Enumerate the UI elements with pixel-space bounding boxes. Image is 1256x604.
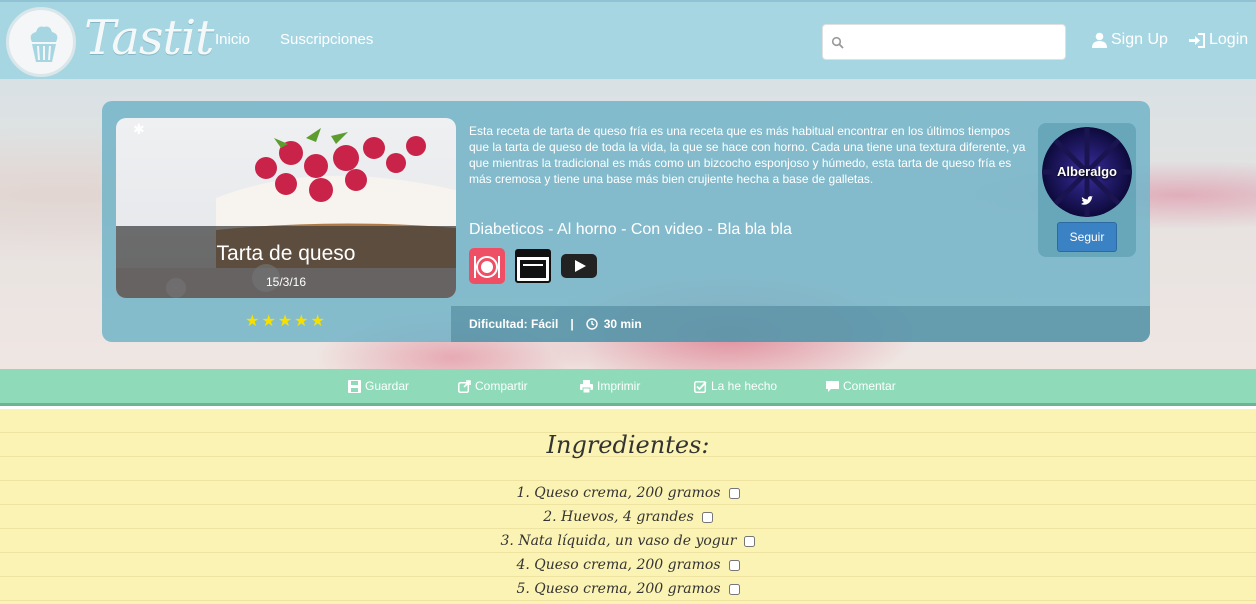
share-label: Compartir (475, 379, 528, 393)
sign-up-link[interactable]: Sign Up (1092, 31, 1168, 49)
ingredient-label: 3. Nata líquida, un vaso de yogur (500, 533, 737, 549)
recipe-card: Tarta de queso 15/3/16 ✱ ★★★★★ Esta rece… (102, 101, 1150, 342)
share-icon (458, 379, 471, 393)
recipe-tags: Diabeticos - Al horno - Con video - Bla … (469, 221, 792, 238)
print-label: Imprimir (597, 379, 641, 393)
list-item: 4. Queso crema, 200 gramos (0, 553, 1256, 577)
list-item: 1. Queso crema, 200 gramos (0, 481, 1256, 505)
ingredients-list: 1. Queso crema, 200 gramos 2. Huevos, 4 … (0, 481, 1256, 601)
recipe-description: Esta receta de tarta de queso fría es un… (469, 124, 1026, 186)
comment-icon (826, 380, 839, 392)
rating-stars[interactable]: ★★★★★ (116, 311, 456, 331)
recipe-date: 15/3/16 (265, 275, 307, 289)
login-icon (1189, 32, 1205, 48)
nav-link-suscripciones[interactable]: Suscripciones (280, 31, 373, 48)
difficulty-label: Dificultad: Fácil (469, 317, 559, 331)
logo-wordmark[interactable]: Tastit (84, 10, 214, 66)
author-panel: Alberalgo Seguir (1038, 123, 1136, 257)
user-icon (1092, 32, 1107, 48)
comment-label: Comentar (843, 379, 896, 393)
comment-action[interactable]: Comentar (826, 379, 896, 393)
ingredient-checkbox[interactable] (744, 535, 756, 547)
cook-time: 30 min (603, 317, 642, 331)
sign-up-label: Sign Up (1111, 31, 1168, 48)
plate-icon[interactable] (469, 248, 505, 284)
asterisk-icon: ✱ (133, 121, 145, 137)
done-label: La he hecho (711, 379, 778, 393)
ingredient-checkbox[interactable] (728, 559, 740, 571)
recipe-info-bar: Dificultad: Fácil | 30 min (451, 306, 1150, 342)
info-separator: | (570, 317, 574, 331)
twitter-icon[interactable] (1081, 196, 1093, 206)
login-link[interactable]: Login (1189, 31, 1248, 49)
recipe-photo[interactable]: Tarta de queso 15/3/16 ✱ (116, 118, 456, 298)
list-item: 2. Huevos, 4 grandes (0, 505, 1256, 529)
author-name: Alberalgo (1057, 164, 1117, 179)
save-icon (348, 379, 361, 393)
list-item: 5. Queso crema, 200 gramos (0, 577, 1256, 601)
done-action[interactable]: La he hecho (694, 379, 777, 393)
nav-link-inicio[interactable]: Inicio (215, 31, 250, 48)
share-action[interactable]: Compartir (458, 379, 528, 393)
save-label: Guardar (365, 379, 410, 393)
clock-icon (586, 318, 598, 330)
follow-button[interactable]: Seguir (1057, 222, 1117, 252)
check-icon (694, 380, 707, 393)
ingredients-section: Ingredientes: 1. Queso crema, 200 gramos… (0, 409, 1256, 604)
ingredients-title: Ingredientes: (546, 431, 710, 459)
login-label: Login (1209, 31, 1249, 48)
video-play-icon[interactable] (561, 248, 597, 284)
ingredient-label: 1. Queso crema, 200 gramos (516, 485, 721, 501)
navbar: Tastit Inicio Suscripciones Sign Up Logi… (0, 0, 1256, 79)
search-input[interactable] (849, 25, 1063, 59)
ingredient-label: 2. Huevos, 4 grandes (543, 509, 694, 525)
print-icon (580, 379, 593, 393)
ingredient-label: 4. Queso crema, 200 gramos (516, 557, 721, 573)
ingredient-checkbox[interactable] (701, 511, 713, 523)
recipe-hero: Tarta de queso 15/3/16 ✱ ★★★★★ Esta rece… (0, 79, 1256, 369)
print-action[interactable]: Imprimir (580, 379, 640, 393)
oven-icon[interactable] (515, 248, 551, 284)
action-bar: Guardar Compartir Imprimir La he hecho C… (0, 369, 1256, 406)
save-action[interactable]: Guardar (348, 379, 409, 393)
list-item: 3. Nata líquida, un vaso de yogur (0, 529, 1256, 553)
logo-badge[interactable] (6, 7, 76, 77)
cupcake-icon (30, 26, 58, 62)
ingredient-label: 5. Queso crema, 200 gramos (516, 581, 721, 597)
tag-icon-row (469, 248, 597, 284)
search-box (822, 24, 1066, 60)
ingredient-checkbox[interactable] (728, 487, 740, 499)
ingredient-checkbox[interactable] (728, 583, 740, 595)
recipe-title: Tarta de queso (216, 242, 356, 265)
search-icon (831, 36, 844, 49)
